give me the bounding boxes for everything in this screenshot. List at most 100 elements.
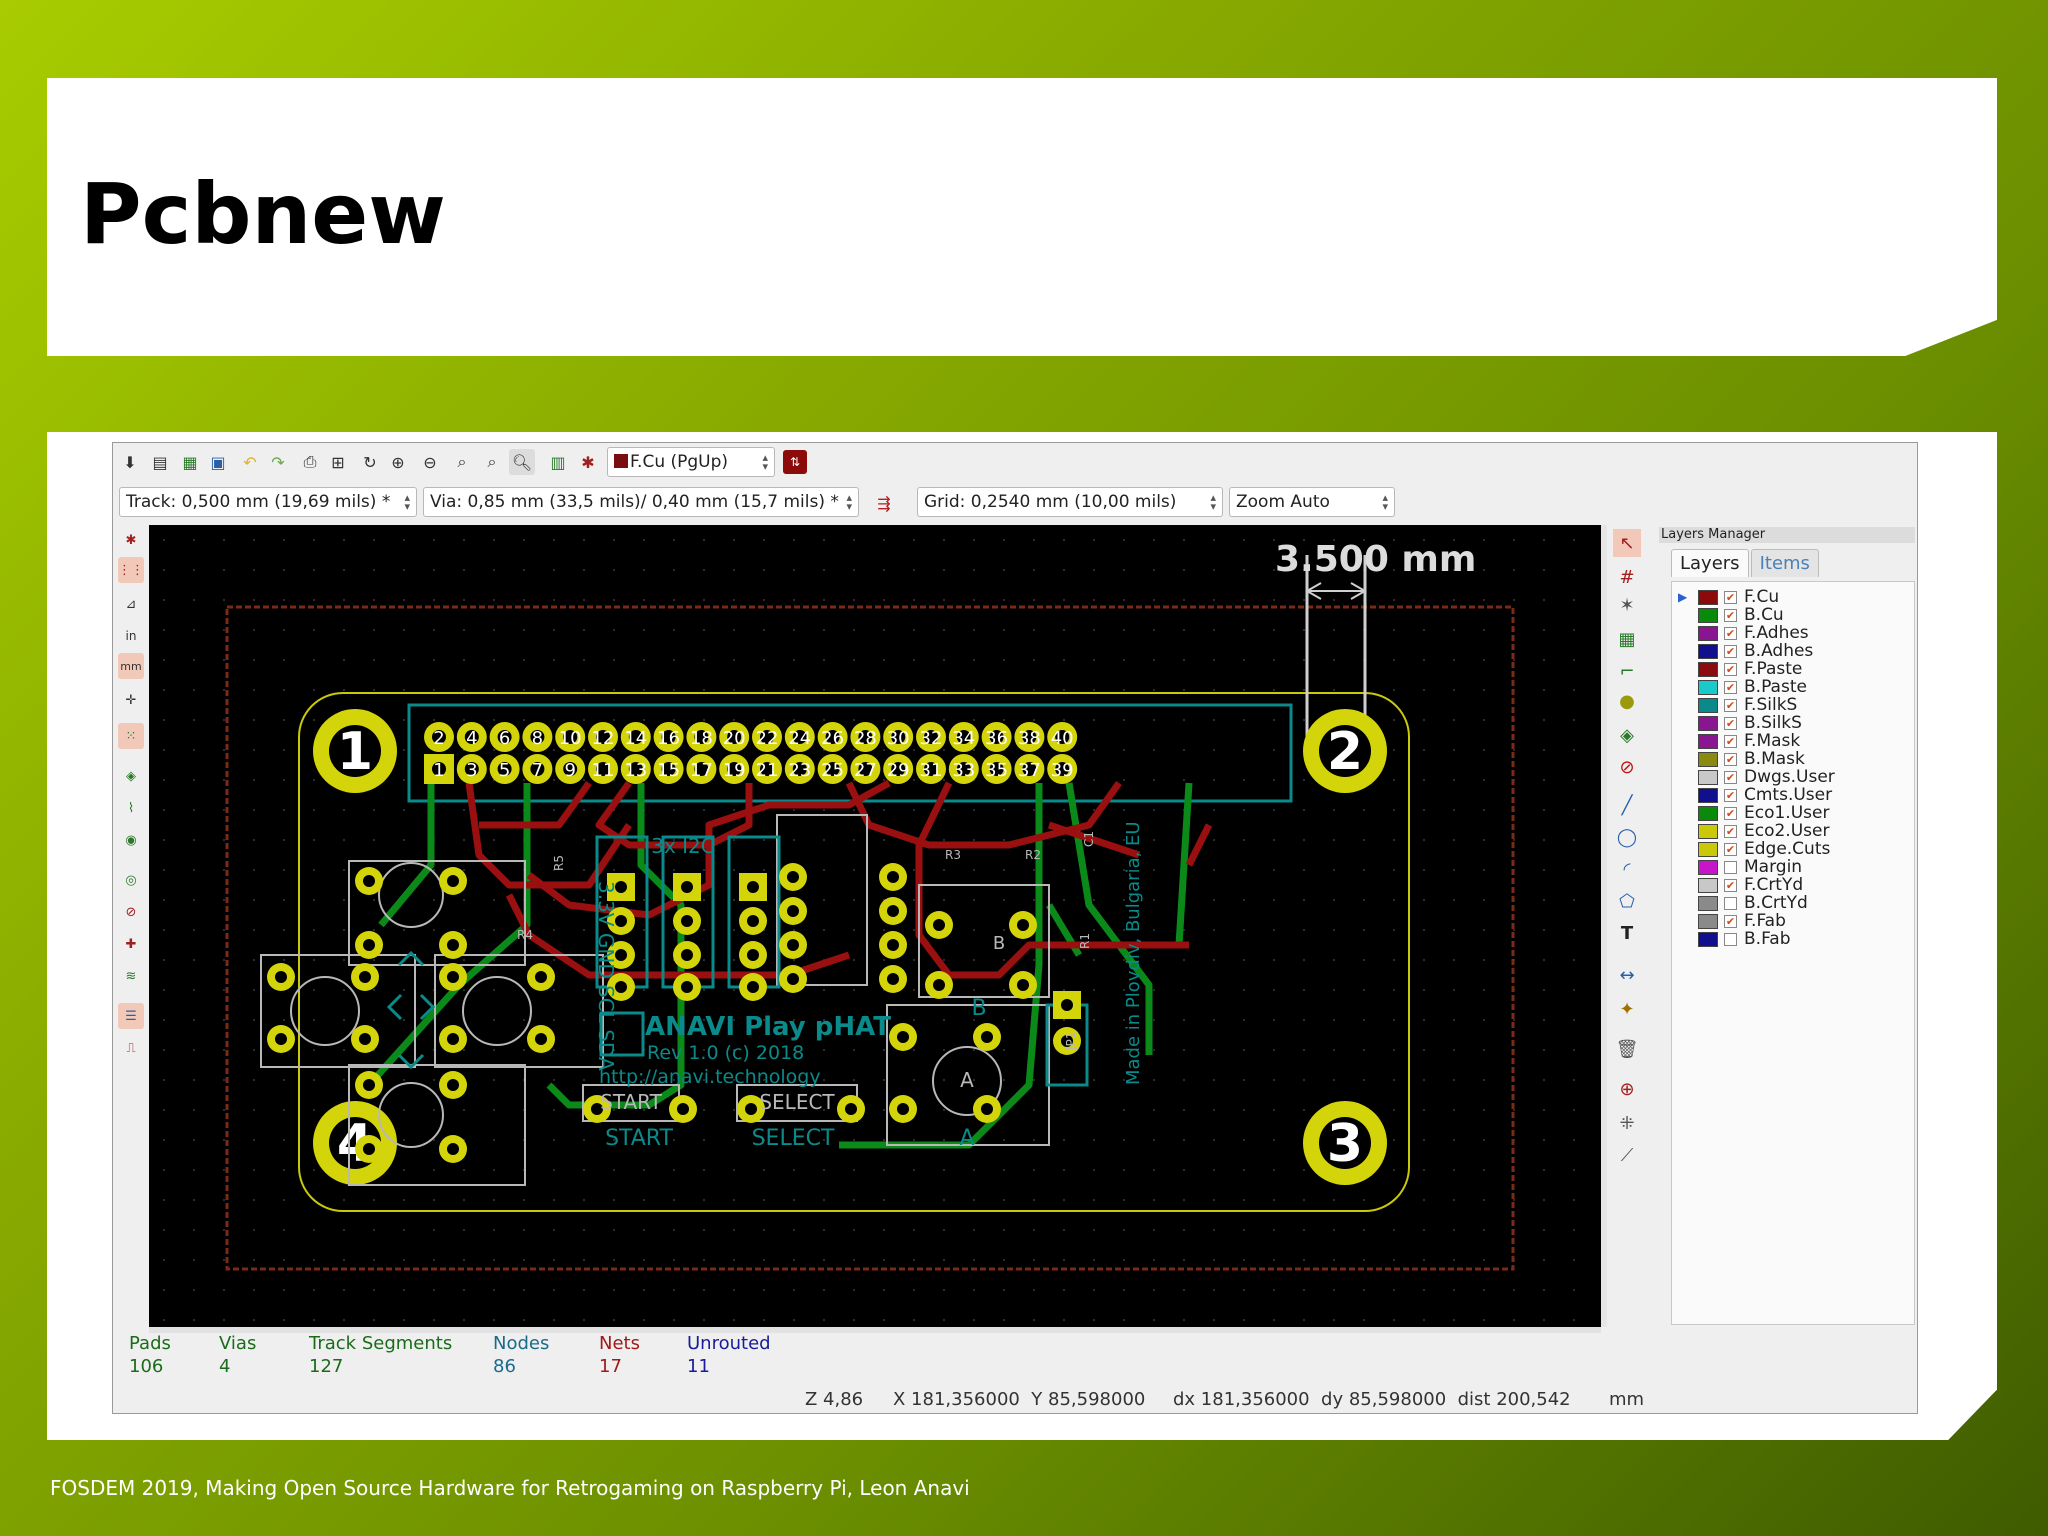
highlight-net-icon[interactable]: #	[1613, 563, 1641, 591]
tab-layers[interactable]: Layers	[1671, 549, 1749, 577]
zoom-out-icon[interactable]: ⊖	[417, 449, 443, 475]
layer-color-swatch[interactable]	[1698, 805, 1718, 821]
layer-visibility-checkbox[interactable]: ✔	[1724, 716, 1737, 730]
undo-icon[interactable]: ↶	[237, 449, 263, 475]
set-origin-icon[interactable]: ⊕	[1613, 1075, 1641, 1103]
layer-visibility-checkbox[interactable]: ✔	[1724, 878, 1737, 892]
zoom-in-icon[interactable]: ⊕	[385, 449, 411, 475]
print-icon[interactable]: ⎙	[297, 449, 323, 475]
find-icon[interactable]: 🔍︎	[509, 449, 535, 475]
route-track-icon[interactable]: ⌐	[1613, 657, 1641, 685]
zoom-select[interactable]: Zoom Auto ▴ ▾	[1229, 487, 1395, 517]
drc-bug-icon[interactable]: ✱	[575, 449, 601, 475]
layer-visibility-checkbox[interactable]: ✔	[1724, 662, 1737, 676]
add-zone-icon[interactable]: ◈	[1613, 721, 1641, 749]
via-sketch-icon[interactable]: ⊘	[118, 899, 144, 925]
layer-visibility-checkbox[interactable]: ✔	[1724, 752, 1737, 766]
cursor-shape-icon[interactable]: ✛	[118, 687, 144, 713]
layer-color-swatch[interactable]	[1698, 787, 1718, 803]
layer-visibility-checkbox[interactable]: ✔	[1724, 734, 1737, 748]
layer-color-swatch[interactable]	[1698, 607, 1718, 623]
layer-color-swatch[interactable]	[1698, 859, 1718, 875]
layer-color-swatch[interactable]	[1698, 895, 1718, 911]
add-dimension-icon[interactable]: ↔	[1613, 961, 1641, 989]
delete-icon[interactable]: 🗑︎	[1613, 1035, 1641, 1063]
add-text-icon[interactable]: T	[1613, 919, 1641, 947]
layer-visibility-checkbox[interactable]	[1724, 932, 1737, 946]
track-sketch-icon[interactable]: ✚	[118, 931, 144, 957]
layer-color-swatch[interactable]	[1698, 877, 1718, 893]
zone-fill-icon[interactable]: ◈	[118, 763, 144, 789]
netlist-icon[interactable]: ▥	[545, 449, 571, 475]
tab-items[interactable]: Items	[1750, 549, 1819, 577]
local-ratsnest-icon[interactable]: ✶	[1613, 591, 1641, 619]
layer-visibility-checkbox[interactable]: ✔	[1724, 644, 1737, 658]
via-size-select[interactable]: Via: 0,85 mm (33,5 mils)/ 0,40 mm (15,7 …	[423, 487, 859, 517]
pcb-canvas[interactable]: 3.500 mm 1 2 3 4 2 4 6 8 10 12 14 16 18 …	[149, 525, 1601, 1327]
layer-visibility-checkbox[interactable]: ✔	[1724, 770, 1737, 784]
layer-visibility-checkbox[interactable]: ✔	[1724, 626, 1737, 640]
add-line-icon[interactable]: ╱	[1613, 791, 1641, 819]
redraw-icon[interactable]: ↻	[357, 449, 383, 475]
layer-select[interactable]: F.Cu (PgUp) ▴ ▾	[607, 447, 775, 477]
footprint-viewer-icon[interactable]: ▣	[205, 449, 231, 475]
layer-visibility-checkbox[interactable]: ✔	[1724, 806, 1737, 820]
layer-visibility-checkbox[interactable]	[1724, 860, 1737, 874]
layer-color-swatch[interactable]	[1698, 751, 1718, 767]
zoom-selection-icon[interactable]: ⌕	[479, 449, 505, 475]
grid-select[interactable]: Grid: 0,2540 mm (10,00 mils) ▴ ▾	[917, 487, 1223, 517]
add-polygon-icon[interactable]: ⬠	[1613, 887, 1641, 915]
pad-sketch-icon[interactable]: ◎	[118, 867, 144, 893]
layer-visibility-checkbox[interactable]: ✔	[1724, 608, 1737, 622]
grid-toggle-icon[interactable]: ⋮⋮	[118, 557, 144, 583]
layer-visibility-checkbox[interactable]: ✔	[1724, 842, 1737, 856]
layers-manager-toggle-icon[interactable]: ☰	[118, 1003, 144, 1029]
layer-color-swatch[interactable]	[1698, 679, 1718, 695]
layer-color-swatch[interactable]	[1698, 715, 1718, 731]
auto-track-width-icon[interactable]: ⇶	[871, 490, 897, 516]
high-contrast-icon[interactable]: ≋	[118, 963, 144, 989]
polar-coords-icon[interactable]: ⊿	[118, 591, 144, 617]
layer-visibility-checkbox[interactable]: ✔	[1724, 914, 1737, 928]
layer-color-swatch[interactable]	[1698, 625, 1718, 641]
layer-color-swatch[interactable]	[1698, 697, 1718, 713]
layer-color-swatch[interactable]	[1698, 643, 1718, 659]
layer-color-swatch[interactable]	[1698, 841, 1718, 857]
zone-outline-icon[interactable]: ◉	[118, 827, 144, 853]
redo-icon[interactable]: ↷	[265, 449, 291, 475]
select-arrow-icon[interactable]: ↖	[1613, 529, 1641, 557]
add-footprint-icon[interactable]: ▦	[1613, 625, 1641, 653]
layer-color-swatch[interactable]	[1698, 769, 1718, 785]
layer-visibility-checkbox[interactable]	[1724, 896, 1737, 910]
layer-visibility-checkbox[interactable]: ✔	[1724, 680, 1737, 694]
track-display-icon[interactable]: ⌇	[118, 795, 144, 821]
layer-color-swatch[interactable]	[1698, 931, 1718, 947]
layer-visibility-checkbox[interactable]: ✔	[1724, 788, 1737, 802]
layer-visibility-checkbox[interactable]: ✔	[1724, 824, 1737, 838]
footprint-editor-icon[interactable]: ▦	[177, 449, 203, 475]
grid-origin-icon[interactable]: ⁜	[1613, 1109, 1641, 1137]
layer-color-swatch[interactable]	[1698, 661, 1718, 677]
layer-color-swatch[interactable]	[1698, 913, 1718, 929]
layer-visibility-checkbox[interactable]: ✔	[1724, 698, 1737, 712]
add-target-icon[interactable]: ✦	[1613, 995, 1641, 1023]
keepout-area-icon[interactable]: ⊘	[1613, 753, 1641, 781]
canvas-vertical-scrollbar[interactable]	[1601, 525, 1607, 1327]
measure-icon[interactable]: ⟋	[1613, 1141, 1641, 1169]
zoom-fit-icon[interactable]: ⌕	[449, 449, 475, 475]
track-width-select[interactable]: Track: 0,500 mm (19,69 mils) * ▴ ▾	[119, 487, 417, 517]
ratsnest-icon[interactable]: ⁙	[118, 723, 144, 749]
save-icon[interactable]: ⬇	[117, 449, 143, 475]
layer-pair-icon[interactable]: ⇅	[783, 450, 807, 474]
plot-icon[interactable]: ⊞	[325, 449, 351, 475]
add-via-icon[interactable]: ●	[1613, 687, 1641, 715]
units-inch-icon[interactable]: in	[118, 623, 144, 649]
microwave-tools-icon[interactable]: ⎍	[118, 1035, 144, 1061]
layer-row[interactable]: B.Fab	[1678, 928, 1791, 950]
add-arc-icon[interactable]: ◜	[1613, 855, 1641, 883]
layer-color-swatch[interactable]	[1698, 733, 1718, 749]
units-mm-icon[interactable]: mm	[118, 653, 144, 679]
layer-color-swatch[interactable]	[1698, 589, 1718, 605]
layer-visibility-checkbox[interactable]: ✔	[1724, 590, 1737, 604]
layer-color-swatch[interactable]	[1698, 823, 1718, 839]
